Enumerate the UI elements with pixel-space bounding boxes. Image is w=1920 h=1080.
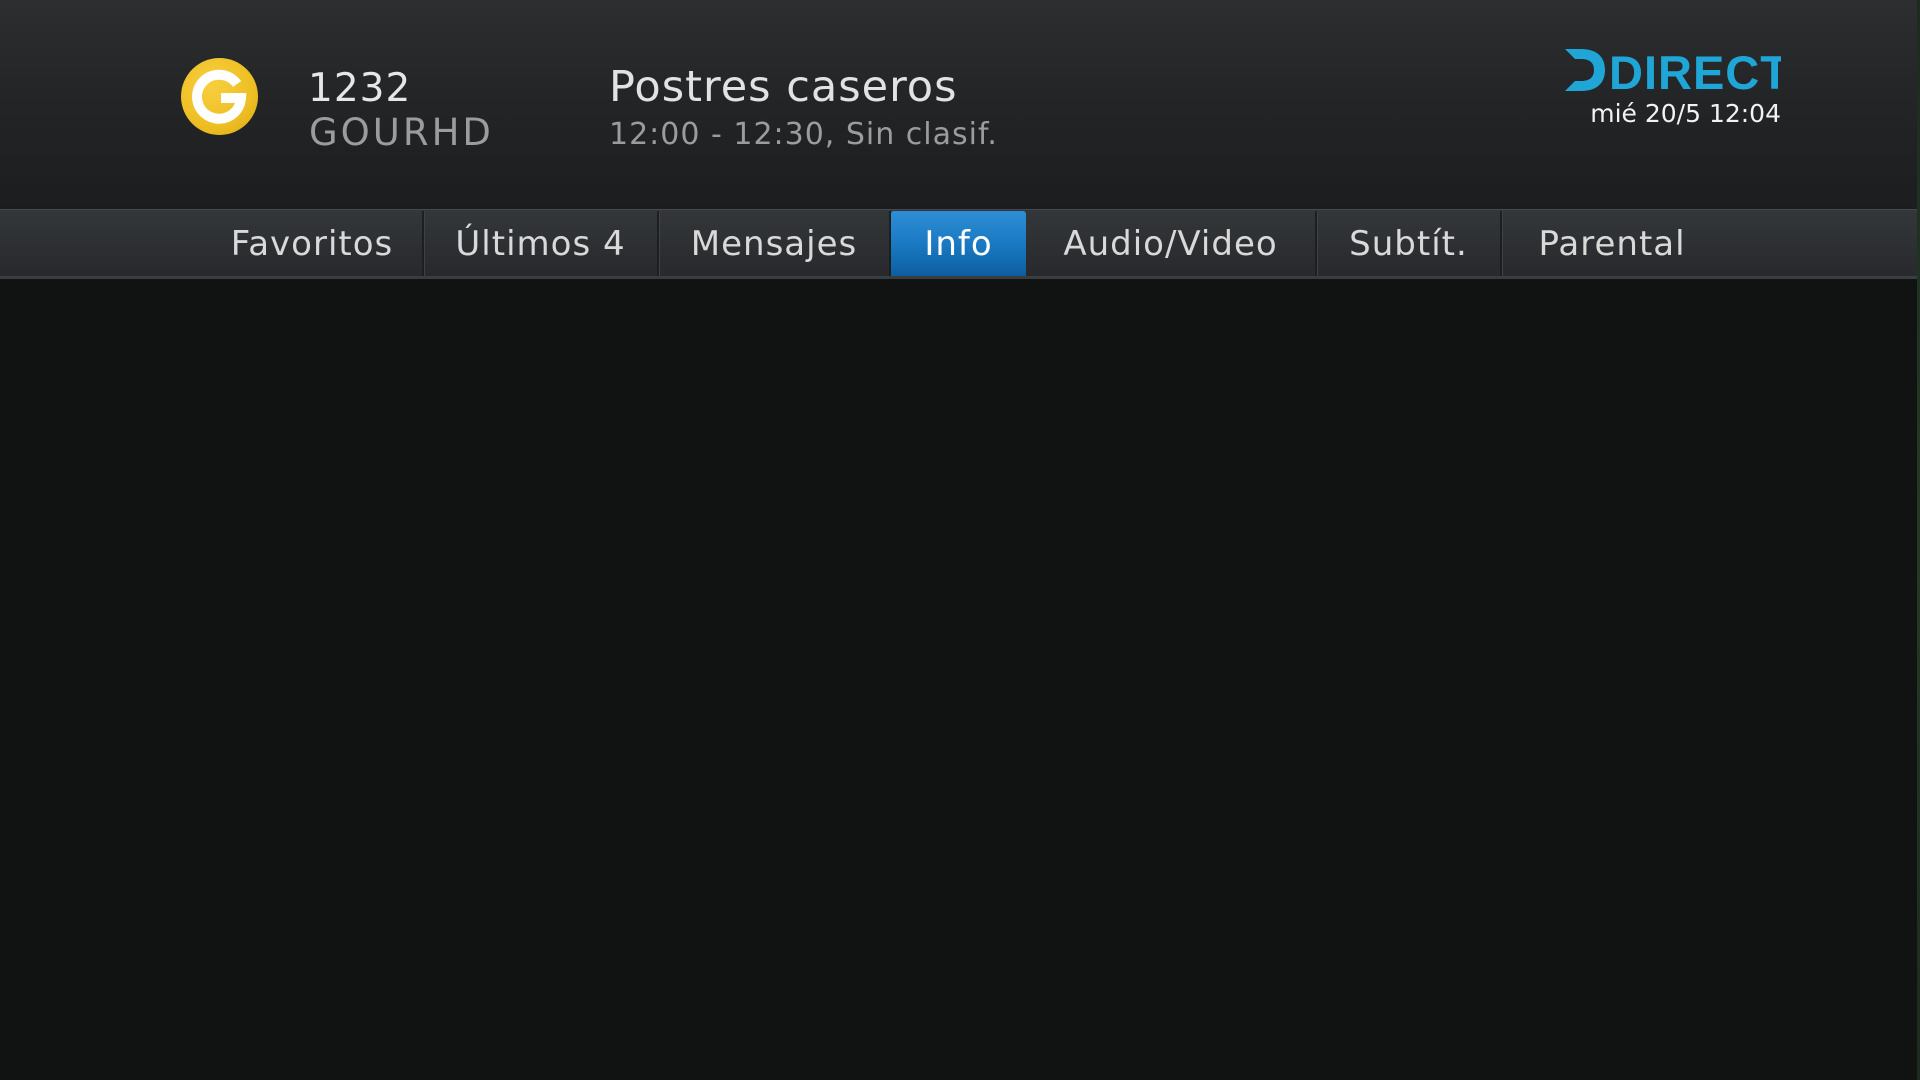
tab-ultimos-4[interactable]: Últimos 4 [424,211,659,276]
tv-screen: 1232 GOURHD Postres caseros 12:00 - 12:3… [0,0,1920,1080]
channel-logo-icon [181,58,258,135]
program-title: Postres caseros [609,62,958,112]
date-time: mié 20/5 12:04 [1590,99,1781,128]
tab-audio-video[interactable]: Audio/Video [1026,211,1317,276]
content-panel [0,279,1920,1080]
channel-number: 1232 [308,66,412,111]
directv-logo-text: DIRECTV [1609,46,1781,95]
tab-parental[interactable]: Parental [1502,211,1722,276]
directv-logo-icon: DIRECTV [1561,45,1821,99]
tab-info[interactable]: Info [891,211,1026,276]
channel-name: GOURHD [309,111,494,154]
menu-bar: Favoritos Últimos 4 Mensajes Info Audio/… [0,209,1920,279]
tab-mensajes[interactable]: Mensajes [659,211,891,276]
tab-favoritos[interactable]: Favoritos [202,211,424,276]
program-time-rating: 12:00 - 12:30, Sin clasif. [609,117,998,152]
channel-info-header: 1232 GOURHD Postres caseros 12:00 - 12:3… [0,0,1920,209]
tab-subtitulos[interactable]: Subtít. [1317,211,1502,276]
